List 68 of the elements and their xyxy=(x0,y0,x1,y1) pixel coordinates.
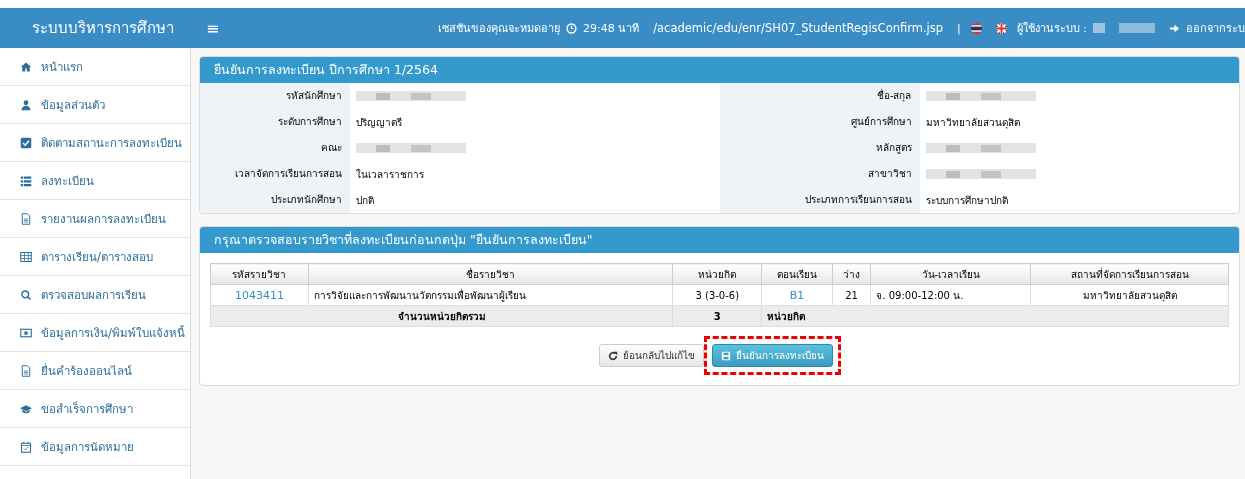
back-button[interactable]: ย้อนกลับไปแก้ไข xyxy=(598,344,704,367)
table-cell: มหาวิทยาลัยสวนดุสิต xyxy=(1030,284,1229,306)
column-header: หน่วยกิต xyxy=(672,263,762,285)
sidebar-item[interactable]: ตรวจสอบผลการเรียน xyxy=(0,276,190,314)
sidebar-item[interactable]: หน้าแรก xyxy=(0,48,190,86)
home-icon xyxy=(20,60,32,73)
user-label: ผู้ใช้งานระบบ : xyxy=(1016,21,1087,37)
sidebar-item[interactable]: ข้อมูลการนัดหมาย xyxy=(0,428,190,466)
calendar-icon xyxy=(20,440,32,453)
thai-flag-icon[interactable] xyxy=(969,21,983,35)
field-value: มหาวิทยาลัยสวนดุสิต xyxy=(925,115,1020,130)
page-path: /academic/edu/enr/SH07_StudentRegisConfirm.jsp xyxy=(653,21,944,35)
total-label: จำนวนหน่วยกิตรวม xyxy=(210,305,673,327)
clock-icon xyxy=(566,22,577,34)
field-value: ปกติ xyxy=(356,193,374,208)
session-text: เซสชันของคุณจะหมดอายุ xyxy=(438,21,560,37)
field-label: รหัสนักศึกษา xyxy=(200,83,350,109)
column-header: รหัสรายวิชา xyxy=(210,263,309,285)
user-icon xyxy=(20,98,32,111)
table-cell: การวิจัยและการพัฒนานวัตกรรมเพื่อพัฒนาผู้เรียน xyxy=(308,284,673,306)
sidebar-item[interactable]: ข้อมูลส่วนตัว xyxy=(0,86,190,124)
save-icon xyxy=(720,350,731,361)
field-label: สาขาวิชา xyxy=(719,161,920,187)
panel-title: ยืนยันการลงทะเบียน ปีการศึกษา 1/2564 xyxy=(200,57,1239,83)
field-label: ศูนย์การศึกษา xyxy=(719,109,920,135)
field-label: ชื่อ-สกุล xyxy=(719,83,920,109)
table-cell: 21 xyxy=(832,284,871,306)
list-icon xyxy=(20,174,32,187)
refresh-icon xyxy=(607,350,618,361)
field-label: ประเภทนักศึกษา xyxy=(200,187,350,213)
column-header: วัน-เวลาเรียน xyxy=(870,263,1031,285)
sidebar-item[interactable]: ข้อมูลการเงิน/พิมพ์ใบแจ้งหนี้ xyxy=(0,314,190,352)
column-header: ว่าง xyxy=(832,263,871,285)
checkbox-icon xyxy=(20,136,32,149)
table-icon xyxy=(20,250,32,263)
field-label: เวลาจัดการเรียนการสอน xyxy=(200,161,350,187)
field-label: คณะ xyxy=(200,135,350,161)
sidebar-item[interactable]: ยื่นคำร้องออนไลน์ xyxy=(0,352,190,390)
banknote-icon xyxy=(20,326,32,339)
document-icon xyxy=(20,212,32,225)
uk-flag-icon[interactable] xyxy=(994,21,1008,35)
menu-toggle[interactable]: ≡ xyxy=(196,16,230,40)
table-cell: 3 (3-0-6) xyxy=(672,284,762,306)
separator: | xyxy=(957,21,961,35)
column-header: ชื่อรายวิชา xyxy=(308,263,673,285)
sidebar-item[interactable]: ขอสำเร็จการศึกษา xyxy=(0,390,190,428)
document-icon xyxy=(20,364,32,377)
field-label: ประเภทการเรียนการสอน xyxy=(719,187,920,213)
field-value: ในเวลาราชการ xyxy=(356,167,424,182)
section-link[interactable]: B1 xyxy=(789,288,805,302)
table-cell: จ. 09:00-12:00 น. xyxy=(870,284,1031,306)
total-unit: หน่วยกิต xyxy=(761,305,1229,327)
column-header: สถานที่จัดการเรียนการสอน xyxy=(1030,263,1229,285)
app-title[interactable]: ระบบบริหารการศึกษา xyxy=(0,16,190,40)
sidebar-item[interactable]: ติดตามสถานะการลงทะเบียน xyxy=(0,124,190,162)
panel-title: กรุณาตรวจสอบรายวิชาที่ลงทะเบียนก่อนกดปุ่ม "ยืนยันการลงทะเบียน" xyxy=(200,227,1239,253)
session-timer: 29:48 นาที xyxy=(583,21,640,37)
sidebar-item[interactable]: ลงทะเบียน xyxy=(0,162,190,200)
search-icon xyxy=(20,288,32,301)
field-value: ปริญญาตรี xyxy=(356,115,402,130)
field-label: ระดับการศึกษา xyxy=(200,109,350,135)
graduation-cap-icon xyxy=(20,402,32,415)
logout-link[interactable]: ออกจากระบ xyxy=(1186,19,1245,37)
column-header: ตอนเรียน xyxy=(761,263,833,285)
field-value: ระบบการศึกษาปกติ xyxy=(925,193,1008,208)
sidebar-item[interactable]: รายงานผลการลงทะเบียน xyxy=(0,200,190,238)
field-label: หลักสูตร xyxy=(719,135,920,161)
sidebar-item[interactable]: ตารางเรียน/ตารางสอบ xyxy=(0,238,190,276)
